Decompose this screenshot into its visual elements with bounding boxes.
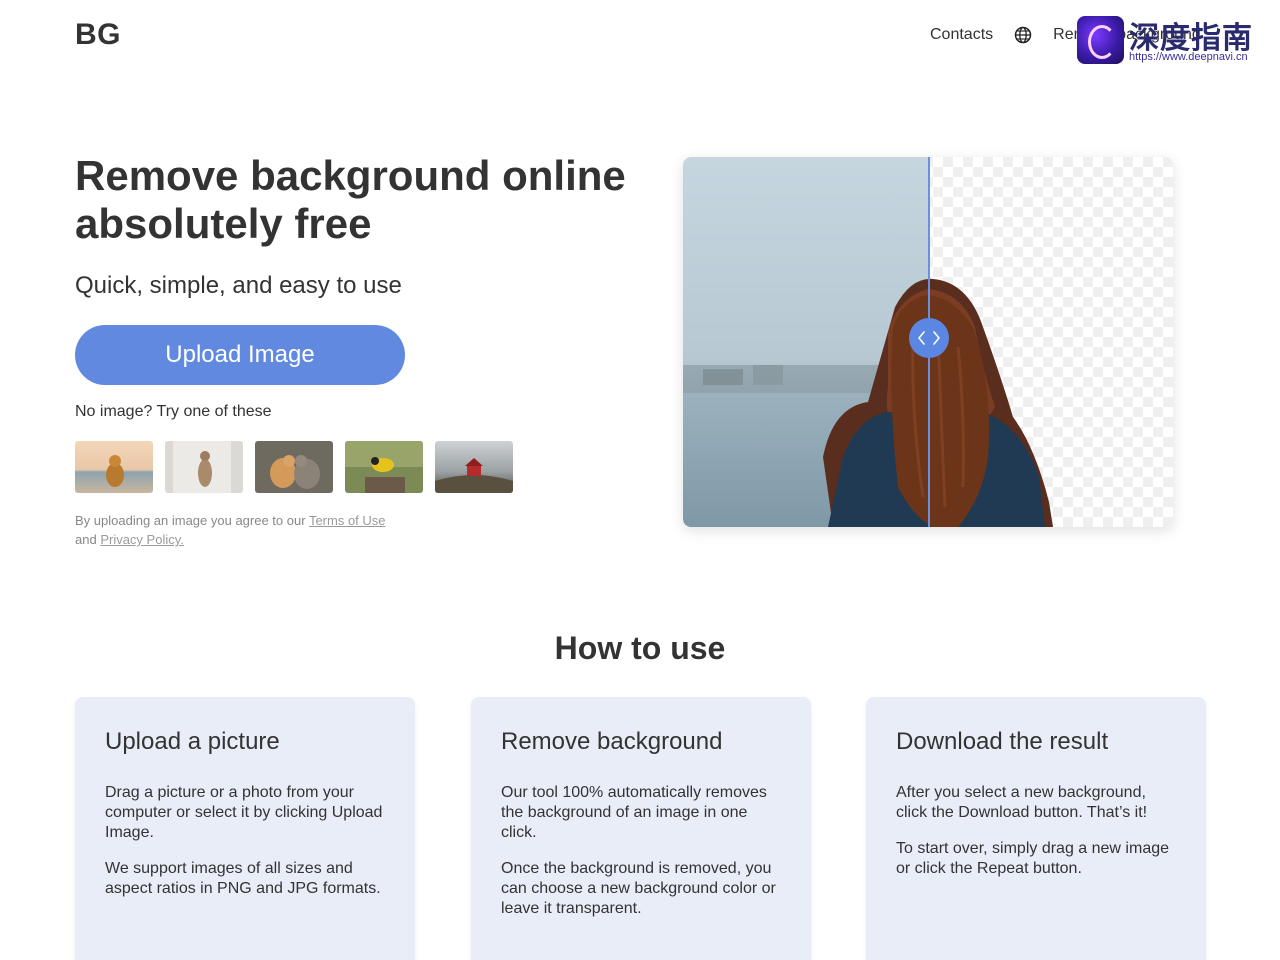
upload-image-button[interactable]: Upload Image <box>75 325 405 385</box>
globe-icon[interactable] <box>1014 26 1032 44</box>
terms-middle: and <box>75 532 101 547</box>
step-card-title: Upload a picture <box>105 728 280 755</box>
watermark-badge-icon <box>1077 16 1124 64</box>
terms-notice: By uploading an image you agree to our T… <box>75 511 405 549</box>
step-card-text: Once the background is removed, you can … <box>501 860 776 917</box>
terms-of-use-link[interactable]: Terms of Use <box>309 513 386 528</box>
step-card-title: Remove background <box>501 728 723 755</box>
watermark-logo: 深度指南 https://www.deepnavi.cn <box>1077 15 1267 67</box>
left-right-arrows-icon <box>918 331 940 345</box>
site-logo[interactable]: BG <box>75 18 121 52</box>
hero-title: Remove background online absolutely free <box>75 152 626 247</box>
step-card-text: To start over, simply drag a new image o… <box>896 840 1170 877</box>
watermark-url: https://www.deepnavi.cn <box>1129 51 1248 63</box>
terms-prefix: By uploading an image you agree to our <box>75 513 309 528</box>
sample-house-image[interactable] <box>435 441 513 493</box>
step-card-text: We support images of all sizes and aspec… <box>105 860 381 897</box>
step-card-download: Download the result After you select a n… <box>866 697 1206 960</box>
step-card-upload: Upload a picture Drag a picture or a pho… <box>75 697 415 960</box>
step-card-text: Drag a picture or a photo from your comp… <box>105 784 383 841</box>
comparison-slider-handle[interactable] <box>909 318 949 358</box>
step-card-title: Download the result <box>896 728 1109 755</box>
step-card-text: Our tool 100% automatically removes the … <box>501 784 767 841</box>
hero-subtitle: Quick, simple, and easy to use <box>75 272 402 299</box>
step-card-remove: Remove background Our tool 100% automati… <box>471 697 811 960</box>
step-card-text: After you select a new background, click… <box>896 784 1148 821</box>
sample-prompt: No image? Try one of these <box>75 403 272 420</box>
sample-two-cats-image[interactable] <box>255 441 333 493</box>
nav-contacts-link[interactable]: Contacts <box>930 26 993 44</box>
sample-images <box>75 441 513 493</box>
sample-cat-image[interactable] <box>165 441 243 493</box>
how-to-use-title: How to use <box>554 630 726 666</box>
sample-dog-image[interactable] <box>75 441 153 493</box>
sample-bird-image[interactable] <box>345 441 423 493</box>
privacy-policy-link[interactable]: Privacy Policy. <box>100 532 184 547</box>
